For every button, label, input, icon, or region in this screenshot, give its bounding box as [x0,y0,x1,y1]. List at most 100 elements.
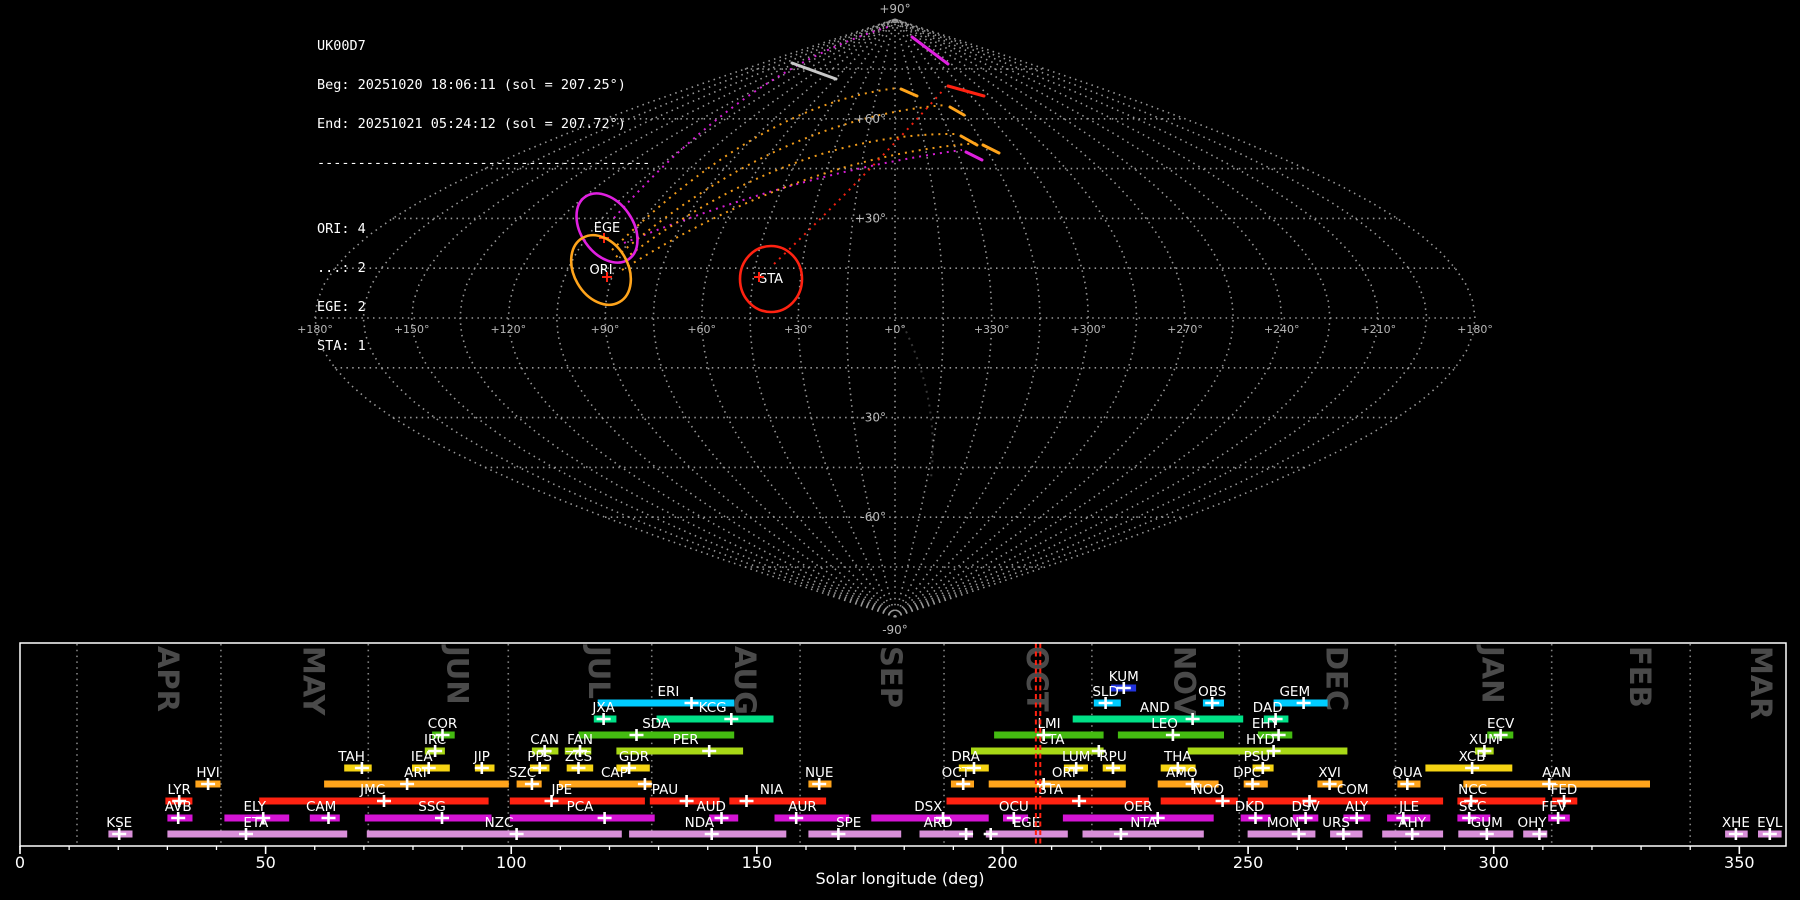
x-tick-label-150: 150 [742,853,773,872]
shower-AVB: AVB [165,799,193,824]
shower-label-NOO: NOO [1193,782,1224,798]
latitude-label: +60° [855,112,886,126]
peak-marker-NIA [740,795,754,807]
radiant-label-ORI: ORI [589,263,612,278]
shower-label-SLD: SLD [1092,684,1119,700]
shower-label-IEA: IEA [411,749,434,765]
shower-OCT: OCT [942,765,974,790]
longitude-label: +330° [974,323,1010,336]
shower-label-NCC: NCC [1458,782,1487,798]
shower-label-STA: STA [1038,782,1064,798]
shower-bar-SPE [808,831,901,838]
shower-label-MON: MON [1267,815,1299,831]
latitude-label: -30° [860,411,886,425]
shower-label-KSE: KSE [106,815,132,831]
shower-label-AAN: AAN [1542,765,1571,781]
shower-bar-JMC [259,798,488,805]
longitude-label: +300° [1070,323,1106,336]
shower-label-PPS: PPS [527,749,552,765]
shower-OHY: OHY [1517,815,1547,840]
shower-bar-CAP [559,781,652,788]
shower-HVI: HVI [195,765,220,790]
shower-label-AMO: AMO [1166,765,1198,781]
shower-label-OBS: OBS [1198,684,1226,700]
month-label-SEP: SEP [874,646,908,708]
shower-label-XHE: XHE [1722,815,1750,831]
x-axis: 050100150200250300350Solar longitude (de… [15,846,1755,888]
shower-label-LEO: LEO [1151,716,1178,732]
shower-bar-KCG [657,716,774,723]
sky-grid [315,19,1475,617]
sky-map: EGEORISTA+90°-90°+60°+30°-30°-60°+180°+1… [0,0,1800,640]
shower-label-NUE: NUE [805,765,834,781]
trail-sporadic-2 [903,325,933,478]
shower-SLD: SLD [1092,684,1120,709]
shower-label-NTA: NTA [1130,815,1157,831]
longitude-label: +270° [1167,323,1203,336]
x-tick-label-350: 350 [1724,853,1755,872]
shower-label-IRC: IRC [424,732,446,748]
shower-label-NZC: NZC [485,815,514,831]
shower-label-FAN: FAN [567,732,593,748]
latitude-label: -60° [860,510,886,524]
shower-label-OCU: OCU [999,799,1029,815]
shower-ZCS: ZCS [565,749,593,774]
peak-marker-EGE [984,828,998,840]
shower-label-DSV: DSV [1291,799,1320,815]
shower-label-DAD: DAD [1253,700,1283,716]
shower-label-KCG: KCG [699,700,727,716]
shower-label-JXA: JXA [591,700,615,716]
longitude-label: +90° [591,323,620,336]
shower-label-HVI: HVI [196,765,219,781]
shower-label-SPE: SPE [836,815,861,831]
shower-label-ORI: ORI [1052,765,1076,781]
longitude-label: +180° [297,323,333,336]
shower-label-ELY: ELY [244,799,267,815]
radiant-map-screen: UK00D7 Beg: 20251020 18:06:11 (sol = 207… [0,0,1800,900]
peak-marker-PCA [598,812,612,824]
shower-XCB: XCB [1425,749,1512,774]
x-tick-label-50: 50 [255,853,275,872]
shower-label-URS: URS [1322,815,1350,831]
longitude-label: +150° [394,323,430,336]
shower-label-FEV: FEV [1541,799,1567,815]
shower-label-QUA: QUA [1392,765,1423,781]
x-tick-label-200: 200 [987,853,1018,872]
activity-timeline-chart: APRMAYJUNJULAUGSEPOCTNOVDECJANFEBMARKUME… [0,640,1800,900]
shower-EGE: EGE [984,815,1068,840]
shower-bar-SDA [579,732,735,739]
peak-marker-PER [702,745,716,757]
shower-label-OCT: OCT [942,765,971,781]
shower-bar-EGE [986,831,1068,838]
shower-bar-PCA [510,815,655,822]
shower-label-KUM: KUM [1109,669,1139,685]
shower-label-DKD: DKD [1235,799,1265,815]
shower-bar-SSG [365,815,492,822]
shower-label-FED: FED [1551,782,1578,798]
shower-label-DRA: DRA [951,749,980,765]
month-label-MAR: MAR [1744,646,1778,720]
month-label-NOV: NOV [1168,646,1202,717]
shower-label-ECV: ECV [1487,716,1515,732]
shower-label-RPU: RPU [1099,749,1126,765]
shower-label-JLE: JLE [1398,799,1419,815]
shower-NUE: NUE [805,765,834,790]
shower-label-PAU: PAU [652,782,678,798]
shower-label-GDR: GDR [619,749,649,765]
shower-XHE: XHE [1722,815,1750,840]
trail-ori-meteor-2 [616,105,964,257]
shower-label-LYR: LYR [168,782,191,798]
peak-marker-ERI [685,697,699,709]
shower-label-COR: COR [428,716,457,732]
shower-label-AHY: AHY [1398,815,1426,831]
shower-label-ALY: ALY [1345,799,1369,815]
shower-bar-ARI [324,781,509,788]
peak-marker-PAU [680,795,694,807]
peak-marker-NTA [1114,828,1128,840]
shower-label-OER: OER [1124,799,1153,815]
shower-label-XVI: XVI [1318,765,1340,781]
pole-label-north: +90° [879,2,910,16]
trail-ori-meteor-4 [622,143,999,270]
shower-label-PCA: PCA [567,799,595,815]
shower-label-CTA: CTA [1039,732,1066,748]
